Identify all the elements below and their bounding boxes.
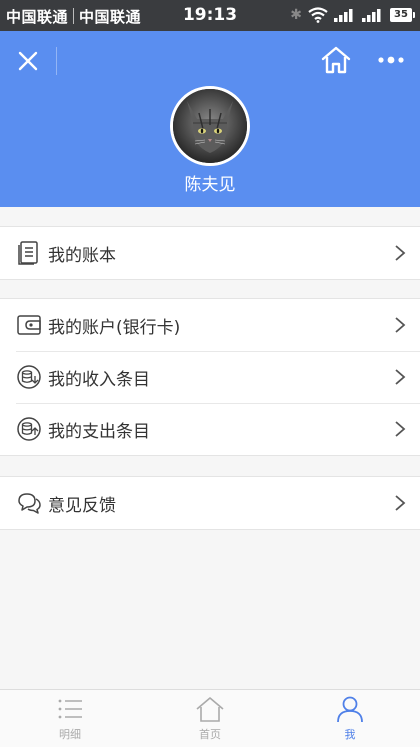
chevron-right-icon [395,495,406,511]
chevron-right-icon [395,317,406,333]
menu-group-ledger: 我的账本 [0,226,420,280]
list-icon [58,699,82,719]
battery-icon: 35 [390,8,415,22]
menu-item-label: 我的账户(银行卡) [48,317,181,338]
wallet-icon [16,312,42,338]
tab-me[interactable]: 我 [280,690,420,747]
chevron-right-icon [395,245,406,261]
profile-header: 陈夫见 [0,31,420,207]
chevron-right-icon [395,369,406,385]
tab-label: 明细 [59,728,81,741]
tab-bar: 明细 首页 我 [0,689,420,747]
menu-group-feedback: 意见反馈 [0,476,420,530]
expense-icon [16,416,42,442]
tab-label: 首页 [199,728,221,741]
chevron-right-icon [395,421,406,437]
tab-label: 我 [344,728,356,741]
status-icons: ✱ 35 [290,6,415,24]
cat-avatar-image [173,89,247,163]
menu-item-income[interactable]: 我的收入条目 [0,351,420,403]
menu-item-label: 我的收入条目 [48,369,150,390]
menu-item-feedback[interactable]: 意见反馈 [0,477,420,529]
header-divider [56,47,57,75]
menu-item-expense[interactable]: 我的支出条目 [0,403,420,455]
menu-group-accounts: 我的账户(银行卡) 我的收入条目 我的支出条目 [0,298,420,456]
signal-icon [334,9,353,22]
avatar[interactable] [170,86,250,166]
more-icon[interactable] [374,45,408,75]
menu-item-label: 意见反馈 [48,495,116,516]
income-icon [16,364,42,390]
close-icon[interactable] [14,47,42,75]
username: 陈夫见 [184,175,236,195]
home-icon [196,697,224,722]
tab-details[interactable]: 明细 [0,690,140,747]
tab-home[interactable]: 首页 [140,690,280,747]
status-bar: 中国联通 中国联通 19:13 ✱ 35 [0,0,420,31]
menu-item-label: 我的账本 [48,245,116,266]
menu-item-ledger[interactable]: 我的账本 [0,227,420,279]
user-icon [337,696,363,722]
bluetooth-icon: ✱ [290,7,302,23]
ledger-icon [16,240,42,266]
menu-item-bank-account[interactable]: 我的账户(银行卡) [0,299,420,351]
wifi-icon [308,7,328,23]
home-icon[interactable] [320,45,352,75]
signal-icon-2 [362,9,381,22]
feedback-icon [16,490,42,516]
menu-item-label: 我的支出条目 [48,421,150,442]
